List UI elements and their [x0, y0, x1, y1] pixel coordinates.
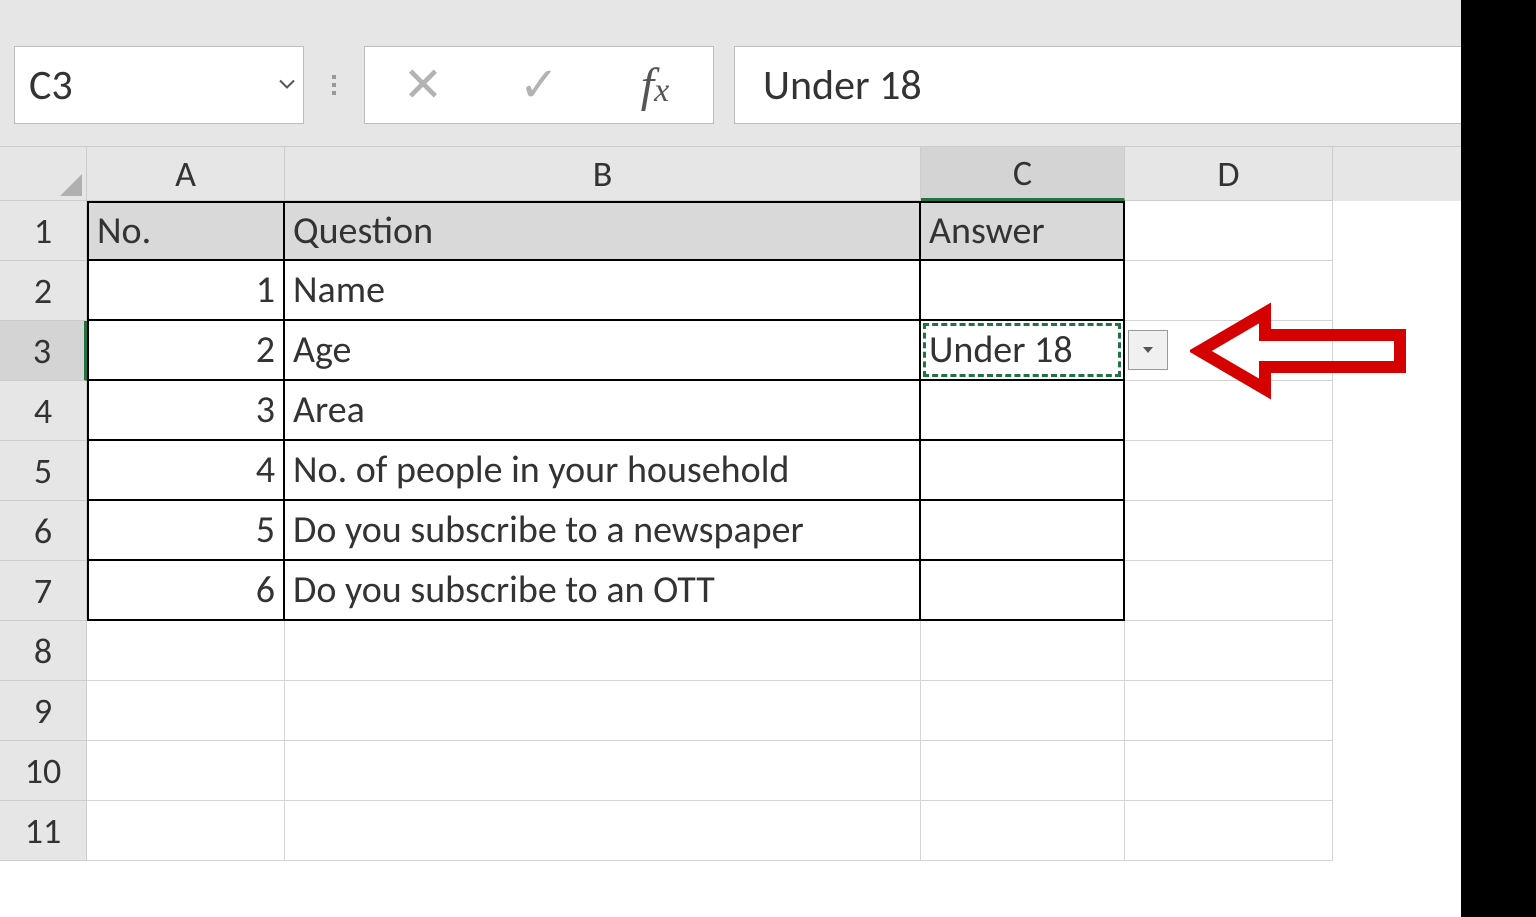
- confirm-button[interactable]: ✓: [504, 61, 574, 109]
- row-header[interactable]: 8: [0, 621, 87, 681]
- chevron-down-icon[interactable]: [279, 76, 295, 95]
- cell-C5[interactable]: [921, 441, 1125, 501]
- table-row: 65Do you subscribe to a newspaper: [0, 501, 1536, 561]
- table-row: 10: [0, 741, 1536, 801]
- table-row: 76Do you subscribe to an OTT: [0, 561, 1536, 621]
- table-row: 43Area: [0, 381, 1536, 441]
- table-row: 54No. of people in your household: [0, 441, 1536, 501]
- cancel-button[interactable]: ✕: [388, 61, 458, 109]
- row-header[interactable]: 3: [0, 321, 87, 381]
- select-all-corner[interactable]: [0, 147, 87, 201]
- fx-button[interactable]: fx: [620, 58, 690, 113]
- cell-D1[interactable]: [1125, 201, 1333, 261]
- cell-A11[interactable]: [87, 801, 285, 861]
- row-header[interactable]: 4: [0, 381, 87, 441]
- formula-bar-buttons: ✕ ✓ fx: [364, 46, 714, 124]
- row-header[interactable]: 11: [0, 801, 87, 861]
- cell-A9[interactable]: [87, 681, 285, 741]
- row-header[interactable]: 1: [0, 201, 87, 261]
- cell-C8[interactable]: [921, 621, 1125, 681]
- cell-C10[interactable]: [921, 741, 1125, 801]
- cell-B7[interactable]: Do you subscribe to an OTT: [285, 561, 921, 621]
- table-row: 8: [0, 621, 1536, 681]
- col-header-A[interactable]: A: [87, 147, 285, 201]
- row-header[interactable]: 9: [0, 681, 87, 741]
- cell-C2[interactable]: [921, 261, 1125, 321]
- table-row: 9: [0, 681, 1536, 741]
- cell-D8[interactable]: [1125, 621, 1333, 681]
- cell-D6[interactable]: [1125, 501, 1333, 561]
- cell-B10[interactable]: [285, 741, 921, 801]
- name-box-text: C3: [15, 60, 73, 111]
- cell-B3[interactable]: Age: [285, 321, 921, 381]
- formula-input-text: Under 18: [763, 60, 922, 111]
- row-header[interactable]: 5: [0, 441, 87, 501]
- cell-C1[interactable]: Answer: [921, 201, 1125, 261]
- cell-C4[interactable]: [921, 381, 1125, 441]
- cell-A3[interactable]: 2: [87, 321, 285, 381]
- cell-A4[interactable]: 3: [87, 381, 285, 441]
- cell-D10[interactable]: [1125, 741, 1333, 801]
- cell-D2[interactable]: [1125, 261, 1333, 321]
- cell-A10[interactable]: [87, 741, 285, 801]
- spreadsheet-grid: A B C D 1No.QuestionAnswer21Name32AgeUnd…: [0, 146, 1536, 861]
- table-row: 1No.QuestionAnswer: [0, 201, 1536, 261]
- cell-B11[interactable]: [285, 801, 921, 861]
- cell-D7[interactable]: [1125, 561, 1333, 621]
- cell-C11[interactable]: [921, 801, 1125, 861]
- row-header[interactable]: 10: [0, 741, 87, 801]
- row-header[interactable]: 6: [0, 501, 87, 561]
- col-header-D[interactable]: D: [1125, 147, 1333, 201]
- name-box[interactable]: C3: [14, 46, 304, 124]
- cell-A1[interactable]: No.: [87, 201, 285, 261]
- row-header[interactable]: 2: [0, 261, 87, 321]
- dropdown-button[interactable]: [1128, 330, 1168, 370]
- cell-B2[interactable]: Name: [285, 261, 921, 321]
- cell-B5[interactable]: No. of people in your household: [285, 441, 921, 501]
- table-row: 11: [0, 801, 1536, 861]
- column-headers: A B C D: [0, 146, 1536, 201]
- cell-A5[interactable]: 4: [87, 441, 285, 501]
- cell-C9[interactable]: [921, 681, 1125, 741]
- cell-C3[interactable]: Under 18: [921, 321, 1125, 381]
- grip-icon: [324, 75, 344, 95]
- cell-D4[interactable]: [1125, 381, 1333, 441]
- row-header[interactable]: 7: [0, 561, 87, 621]
- cell-D9[interactable]: [1125, 681, 1333, 741]
- col-header-B[interactable]: B: [285, 147, 921, 201]
- formula-input[interactable]: Under 18: [734, 46, 1522, 124]
- cell-C7[interactable]: [921, 561, 1125, 621]
- formula-bar: C3 ✕ ✓ fx Under 18: [0, 12, 1536, 146]
- col-header-C[interactable]: C: [921, 147, 1125, 201]
- cell-A8[interactable]: [87, 621, 285, 681]
- cell-A2[interactable]: 1: [87, 261, 285, 321]
- cell-B9[interactable]: [285, 681, 921, 741]
- table-row: 32AgeUnder 18: [0, 321, 1536, 381]
- cell-B8[interactable]: [285, 621, 921, 681]
- cell-B4[interactable]: Area: [285, 381, 921, 441]
- cell-A7[interactable]: 6: [87, 561, 285, 621]
- rows-container: 1No.QuestionAnswer21Name32AgeUnder 1843A…: [0, 201, 1536, 861]
- cell-A6[interactable]: 5: [87, 501, 285, 561]
- cell-C6[interactable]: [921, 501, 1125, 561]
- cell-B1[interactable]: Question: [285, 201, 921, 261]
- cell-B6[interactable]: Do you subscribe to a newspaper: [285, 501, 921, 561]
- table-row: 21Name: [0, 261, 1536, 321]
- crop-mask: [1461, 0, 1536, 917]
- cell-D11[interactable]: [1125, 801, 1333, 861]
- cell-D5[interactable]: [1125, 441, 1333, 501]
